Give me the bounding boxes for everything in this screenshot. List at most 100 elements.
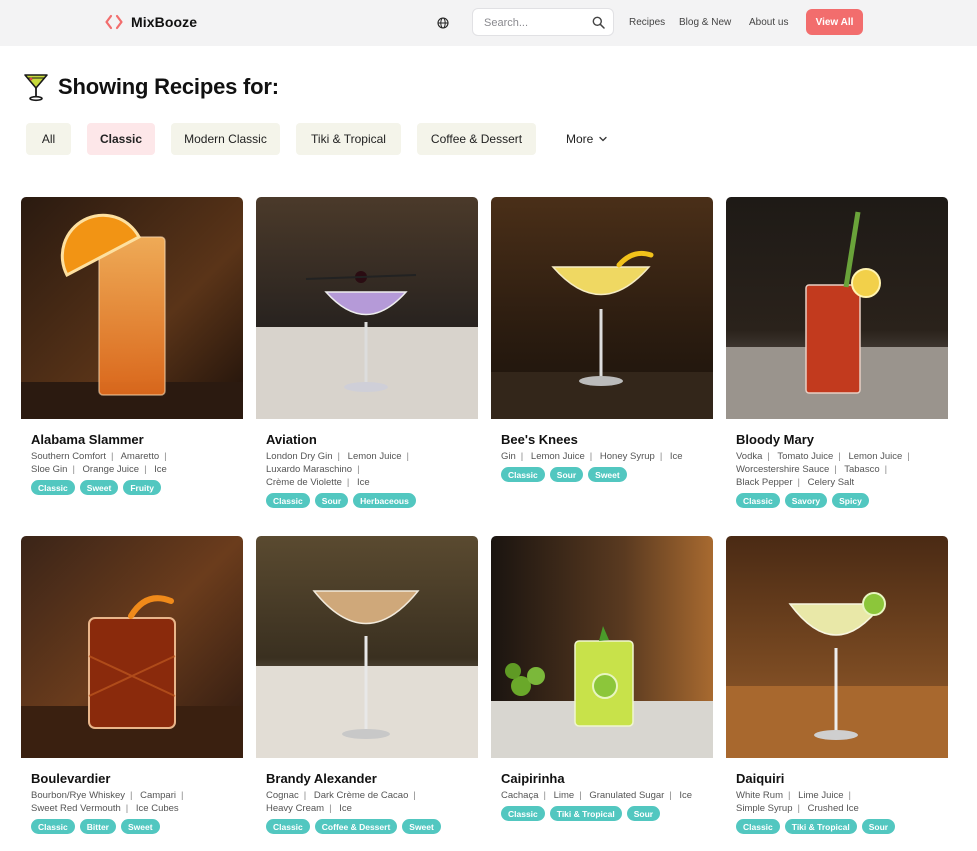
ingredient: Tomato Juice: [777, 451, 834, 462]
search-box: [472, 8, 614, 36]
more-label: More: [566, 132, 594, 146]
ingredient: Simple Syrup: [736, 803, 793, 814]
tag-badge[interactable]: Classic: [501, 806, 545, 821]
search-input[interactable]: [484, 14, 584, 32]
ingredient: Celery Salt: [807, 477, 855, 488]
tag-badge[interactable]: Sour: [861, 819, 896, 834]
tag-badge[interactable]: Sweet: [402, 819, 441, 834]
language-button[interactable]: [431, 11, 455, 35]
ingredient: Lime: [553, 790, 575, 801]
tag-badge[interactable]: Classic: [31, 480, 75, 495]
tag-badge[interactable]: Classic: [736, 819, 780, 834]
ingredient: Vodka: [736, 451, 763, 462]
recipe-card[interactable]: Aviation London Dry Gin | Lemon Juice | Lu…: [256, 197, 478, 508]
tag-badge[interactable]: Classic: [266, 493, 310, 508]
ingredient: Ice: [356, 477, 370, 488]
filter-classic[interactable]: Classic: [87, 123, 155, 155]
recipe-image: [256, 197, 478, 419]
tag-badge[interactable]: Classic: [31, 819, 75, 834]
tag-badge[interactable]: Sweet: [79, 480, 119, 495]
ingredient-list: London Dry Gin | Lemon Juice | Luxardo Mar…: [266, 451, 409, 488]
tag-badge[interactable]: Herbaceous: [353, 493, 416, 508]
code-brackets-icon: [105, 14, 123, 30]
tag-list: Classic Sour Sweet: [501, 467, 713, 482]
ingredient: Lime Juice: [798, 790, 844, 801]
view-all-button[interactable]: View All: [806, 9, 863, 35]
page-header: Showing Recipes for:: [22, 72, 279, 102]
ingredient: Amaretto: [120, 451, 160, 462]
tag-badge[interactable]: Sour: [314, 493, 349, 508]
recipe-card[interactable]: Bloody Mary Vodka | Tomato Juice | Lemon J…: [726, 197, 948, 508]
tag-badge[interactable]: Classic: [501, 467, 545, 482]
tag-list: Classic Tiki & Tropical Sour: [736, 819, 948, 834]
recipe-image: [726, 536, 948, 758]
tag-list: Classic Coffee & Dessert Sweet: [266, 819, 478, 834]
recipe-image: [491, 197, 713, 419]
tag-badge[interactable]: Savory: [784, 493, 828, 508]
tag-badge[interactable]: Fruity: [123, 480, 161, 495]
ingredient-list: Cognac | Dark Crème de Cacao | Heavy Cream…: [266, 790, 416, 814]
tag-badge[interactable]: Tiki & Tropical: [784, 819, 857, 834]
tag-badge[interactable]: Sweet: [120, 819, 160, 834]
tag-badge[interactable]: Classic: [266, 819, 310, 834]
ingredient: Black Pepper: [736, 477, 793, 488]
recipe-card[interactable]: Bee's Knees Gin | Lemon Juice | Honey Syru…: [491, 197, 713, 482]
filter-modern-classic[interactable]: Modern Classic: [171, 123, 280, 155]
ingredient: Lemon Juice: [848, 451, 903, 462]
ingredient: Cachaça: [501, 790, 539, 801]
ingredient: Gin: [501, 451, 516, 462]
page-title: Showing Recipes for:: [58, 74, 279, 99]
ingredient: Granulated Sugar: [589, 790, 665, 801]
ingredient-list: Vodka | Tomato Juice | Lemon Juice | Worces…: [736, 451, 910, 488]
ingredient: Worcestershire Sauce: [736, 464, 830, 475]
globe-icon: [437, 17, 449, 29]
nav-link-blog[interactable]: Blog & New: [679, 17, 731, 28]
recipe-card[interactable]: Caipirinha Cachaça | Lime | Granulated Sug…: [491, 536, 713, 821]
ingredient: Ice: [339, 803, 352, 814]
tag-badge[interactable]: Spicy: [832, 493, 869, 508]
tag-badge[interactable]: Coffee & Dessert: [314, 819, 398, 834]
tag-badge[interactable]: Tiki & Tropical: [549, 806, 622, 821]
ingredient: Cognac: [266, 790, 299, 801]
recipe-card[interactable]: Boulevardier Bourbon/Rye Whiskey | Campar…: [21, 536, 243, 834]
filter-all[interactable]: All: [26, 123, 71, 155]
recipe-card[interactable]: Alabama Slammer Southern Comfort | Amaret…: [21, 197, 243, 495]
cocktail-glass-icon: [24, 74, 48, 102]
filter-coffee-dessert[interactable]: Coffee & Dessert: [417, 123, 536, 155]
chevron-down-icon: [599, 136, 607, 142]
recipe-name: Brandy Alexander: [266, 771, 377, 786]
ingredient-list: White Rum | Lime Juice | Simple Syrup | Cru…: [736, 790, 859, 814]
ingredient-list: Bourbon/Rye Whiskey | Campari | Sweet Red …: [31, 790, 184, 814]
nav-link-about[interactable]: About us: [749, 17, 788, 28]
recipe-image: [256, 536, 478, 758]
tag-list: Classic Savory Spicy: [736, 493, 948, 508]
tag-badge[interactable]: Classic: [736, 493, 780, 508]
tag-badge[interactable]: Sweet: [588, 467, 627, 482]
tag-list: Classic Sour Herbaceous: [266, 493, 478, 508]
tag-badge[interactable]: Bitter: [79, 819, 116, 834]
ingredient: Ice: [669, 451, 683, 462]
more-filters-dropdown[interactable]: More: [566, 123, 607, 155]
ingredient: Dark Crème de Cacao: [313, 790, 409, 801]
ingredient: Sloe Gin: [31, 464, 68, 475]
ingredient: London Dry Gin: [266, 451, 333, 462]
recipe-image: [21, 536, 243, 758]
recipe-card[interactable]: Brandy Alexander Cognac | Dark Crème de C…: [256, 536, 478, 834]
tag-list: Classic Bitter Sweet: [31, 819, 243, 834]
ingredient: Ice Cubes: [135, 803, 179, 814]
recipe-image: [726, 197, 948, 419]
search-icon[interactable]: [592, 16, 605, 29]
tag-list: Classic Sweet Fruity: [31, 480, 243, 495]
recipe-card[interactable]: Daiquiri White Rum | Lime Juice | Simple S…: [726, 536, 948, 834]
ingredient: Luxardo Maraschino: [266, 464, 353, 475]
ingredient: Lemon Juice: [530, 451, 585, 462]
filter-tiki-tropical[interactable]: Tiki & Tropical: [296, 123, 401, 155]
brand-logo[interactable]: MixBooze: [105, 13, 197, 31]
tag-badge[interactable]: Sour: [626, 806, 661, 821]
ingredient-list: Cachaça | Lime | Granulated Sugar | Ice: [501, 790, 693, 801]
tag-badge[interactable]: Sour: [549, 467, 584, 482]
recipe-name: Daiquiri: [736, 771, 785, 786]
top-navbar: MixBooze Recipes Blog & New About us Vie…: [0, 0, 977, 46]
recipe-name: Boulevardier: [31, 771, 111, 786]
nav-link-recipes[interactable]: Recipes: [629, 17, 665, 28]
